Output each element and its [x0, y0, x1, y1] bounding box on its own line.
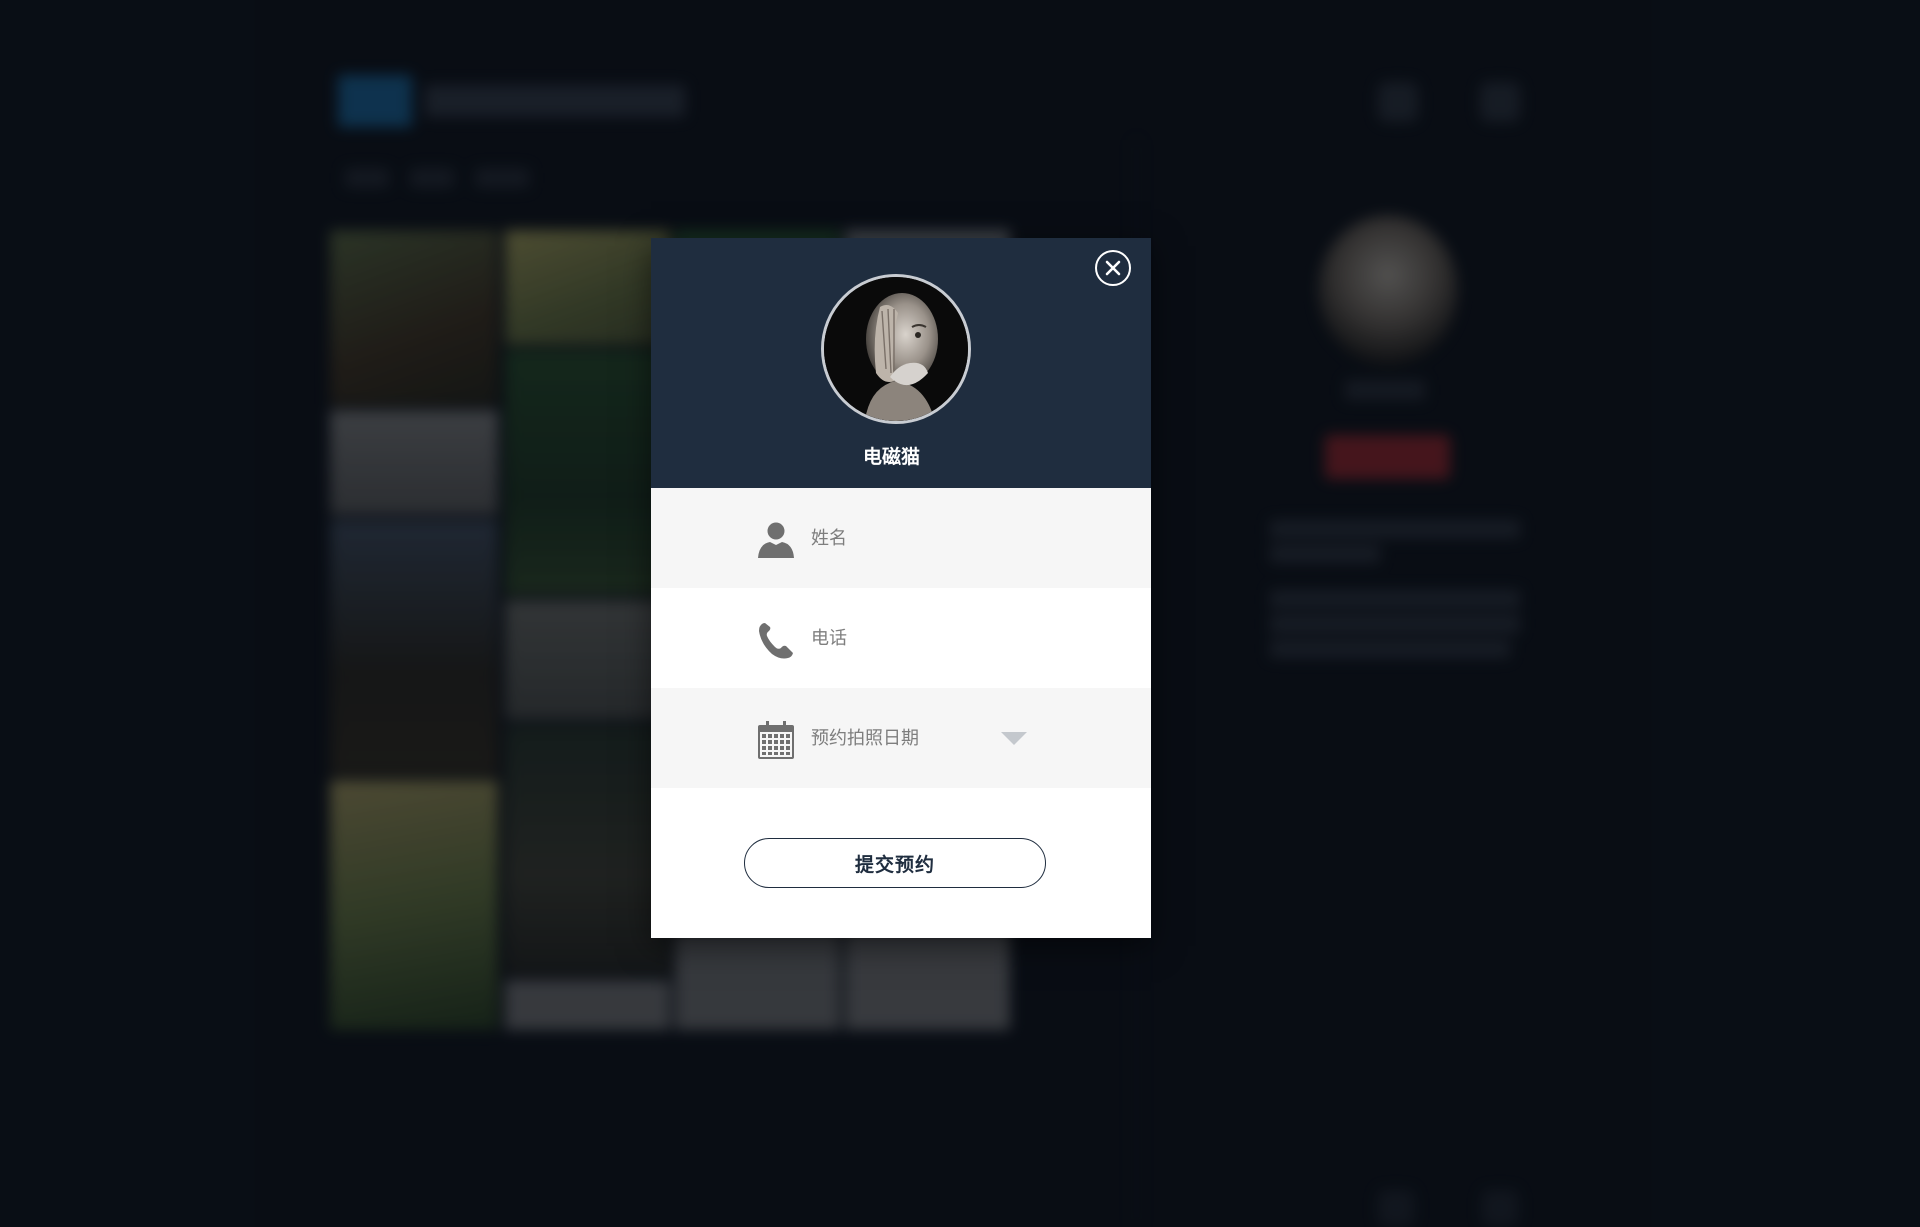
- name-input[interactable]: [811, 518, 1041, 558]
- modal-header: 电磁猫: [651, 238, 1151, 488]
- submit-booking-button[interactable]: 提交预约: [744, 838, 1046, 888]
- close-button[interactable]: [1095, 250, 1131, 286]
- photographer-name: 电磁猫: [862, 446, 920, 468]
- phone-icon: [759, 623, 793, 659]
- close-icon: [1105, 260, 1121, 276]
- name-field-row: [651, 488, 1151, 588]
- calendar-icon: [758, 721, 794, 759]
- user-icon: [758, 522, 794, 558]
- phone-input[interactable]: [811, 618, 1041, 658]
- booking-modal: 电磁猫 提交预约: [651, 238, 1151, 938]
- phone-field-row: [651, 588, 1151, 688]
- date-field-row: [651, 688, 1151, 788]
- chevron-down-icon[interactable]: [1001, 732, 1027, 746]
- photographer-avatar: [821, 274, 971, 424]
